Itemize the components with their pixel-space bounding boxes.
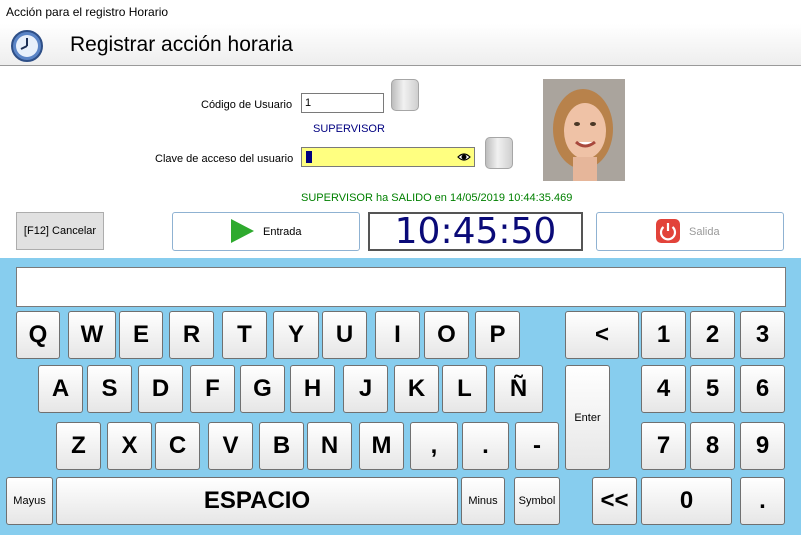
key-4[interactable]: 4	[641, 365, 686, 413]
eye-icon[interactable]	[457, 150, 471, 164]
lowercase-key[interactable]: Minus	[461, 477, 505, 525]
key-y[interactable]: Y	[273, 311, 319, 359]
key-g[interactable]: G	[240, 365, 285, 413]
key-t[interactable]: T	[222, 311, 267, 359]
cancel-button[interactable]: [F12] Cancelar	[16, 212, 104, 250]
power-icon	[656, 219, 680, 243]
key-enye[interactable]: Ñ	[494, 365, 543, 413]
window-title: Acción para el registro Horario	[6, 5, 169, 19]
key-q[interactable]: Q	[16, 311, 60, 359]
key-5[interactable]: 5	[690, 365, 735, 413]
key-1[interactable]: 1	[641, 311, 686, 359]
key-3[interactable]: 3	[740, 311, 785, 359]
user-photo	[543, 79, 625, 181]
key-8[interactable]: 8	[690, 422, 735, 470]
key-0[interactable]: 0	[641, 477, 732, 525]
key-9[interactable]: 9	[740, 422, 785, 470]
key-k[interactable]: K	[394, 365, 439, 413]
key-e[interactable]: E	[119, 311, 163, 359]
key-z[interactable]: Z	[56, 422, 101, 470]
key-m[interactable]: M	[359, 422, 404, 470]
symbol-key[interactable]: Symbol	[514, 477, 560, 525]
key-i[interactable]: I	[375, 311, 420, 359]
title-bar: Acción para el registro Horario	[0, 0, 801, 24]
exit-button[interactable]: Salida	[596, 212, 784, 251]
keyboard-input-field[interactable]	[16, 267, 786, 307]
key-b[interactable]: B	[259, 422, 304, 470]
key-l[interactable]: L	[442, 365, 487, 413]
key-v[interactable]: V	[208, 422, 253, 470]
entry-label: Entrada	[263, 226, 302, 238]
clear-key[interactable]: <<	[592, 477, 637, 525]
backspace-key[interactable]: <	[565, 311, 639, 359]
shift-key[interactable]: Mayus	[6, 477, 53, 525]
text-caret	[306, 151, 312, 163]
key-a[interactable]: A	[38, 365, 83, 413]
key-hyphen[interactable]: -	[515, 422, 559, 470]
key-n[interactable]: N	[307, 422, 352, 470]
key-r[interactable]: R	[169, 311, 214, 359]
clock-icon	[11, 30, 43, 62]
enter-key[interactable]: Enter	[565, 365, 610, 470]
key-j[interactable]: J	[343, 365, 388, 413]
key-w[interactable]: W	[68, 311, 116, 359]
play-icon	[231, 219, 254, 243]
header: Registrar acción horaria	[0, 24, 801, 66]
key-c[interactable]: C	[155, 422, 200, 470]
current-time: 10:45:50	[368, 212, 583, 251]
status-message: SUPERVISOR ha SALIDO en 14/05/2019 10:44…	[301, 192, 573, 204]
password-label: Clave de acceso del usuario	[155, 153, 294, 165]
user-code-label: Código de Usuario	[201, 99, 293, 111]
entry-button[interactable]: Entrada	[172, 212, 360, 251]
key-d[interactable]: D	[138, 365, 183, 413]
exit-label: Salida	[689, 226, 720, 238]
page-title: Registrar acción horaria	[70, 33, 293, 56]
key-7[interactable]: 7	[641, 422, 686, 470]
key-x[interactable]: X	[107, 422, 152, 470]
key-f[interactable]: F	[190, 365, 235, 413]
key-p[interactable]: P	[475, 311, 520, 359]
password-confirm-button[interactable]	[485, 137, 513, 169]
key-6[interactable]: 6	[740, 365, 785, 413]
key-period[interactable]: .	[462, 422, 509, 470]
key-h[interactable]: H	[290, 365, 335, 413]
key-o[interactable]: O	[424, 311, 469, 359]
key-decimal[interactable]: .	[740, 477, 785, 525]
password-input[interactable]	[301, 147, 475, 167]
key-s[interactable]: S	[87, 365, 132, 413]
user-name: SUPERVISOR	[313, 123, 385, 135]
user-code-input[interactable]	[301, 93, 384, 113]
key-comma[interactable]: ,	[410, 422, 458, 470]
key-2[interactable]: 2	[690, 311, 735, 359]
user-lookup-button[interactable]	[391, 79, 419, 111]
space-key[interactable]: ESPACIO	[56, 477, 458, 525]
key-u[interactable]: U	[322, 311, 367, 359]
